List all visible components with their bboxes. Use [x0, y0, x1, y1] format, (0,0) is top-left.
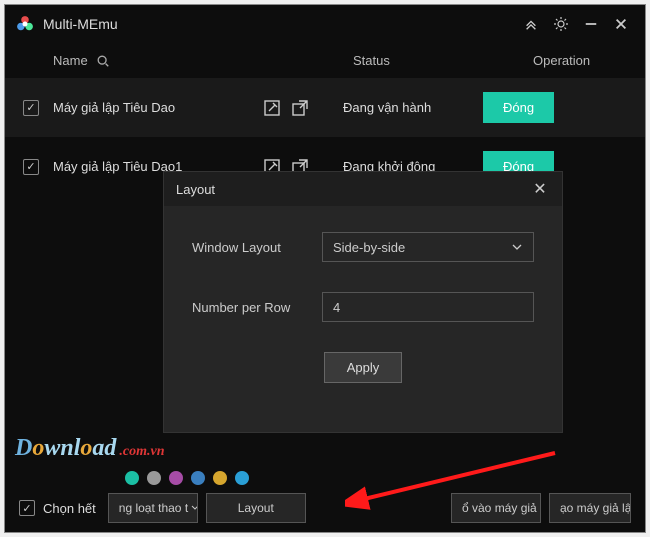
num-per-row-input[interactable] — [322, 292, 534, 322]
emulator-name: Máy giả lập Tiêu Dao — [53, 100, 263, 115]
search-icon[interactable] — [96, 54, 110, 68]
chevron-down-icon — [511, 241, 523, 253]
chevron-down-icon — [191, 504, 198, 512]
apply-button[interactable]: Apply — [324, 352, 403, 383]
dialog-title: Layout — [176, 182, 530, 197]
collapse-up-icon[interactable] — [517, 10, 545, 38]
edit-icon[interactable] — [263, 99, 281, 117]
window-layout-value: Side-by-side — [333, 240, 405, 255]
window-layout-select[interactable]: Side-by-side — [322, 232, 534, 262]
settings-icon[interactable] — [547, 10, 575, 38]
layout-button[interactable]: Layout — [206, 493, 306, 523]
batch-action-button[interactable]: ng loạt thao t — [108, 493, 198, 523]
bottom-toolbar: ✓ Chọn hết ng loạt thao t Layout ổ vào m… — [5, 484, 645, 532]
select-all-label: Chọn hết — [43, 501, 96, 516]
close-emulator-button[interactable]: Đóng — [483, 92, 554, 123]
color-dots — [125, 471, 249, 485]
color-dot[interactable] — [125, 471, 139, 485]
color-dot[interactable] — [169, 471, 183, 485]
app-logo-icon — [15, 14, 35, 34]
minimize-icon[interactable] — [577, 10, 605, 38]
create-button[interactable]: ạo máy giả lập — [549, 493, 631, 523]
row-checkbox[interactable]: ✓ — [23, 100, 39, 116]
window-layout-label: Window Layout — [192, 240, 322, 255]
clone-button[interactable]: ổ vào máy giả lậ — [451, 493, 541, 523]
table-row: ✓ Máy giả lập Tiêu Dao Đang vận hành Đón… — [5, 78, 645, 137]
color-dot[interactable] — [213, 471, 227, 485]
close-window-icon[interactable] — [607, 10, 635, 38]
emulator-status: Đang vận hành — [343, 100, 483, 115]
layout-dialog: Layout ✕ Window Layout Side-by-side Numb… — [163, 171, 563, 433]
dialog-close-icon[interactable]: ✕ — [530, 179, 550, 199]
titlebar: Multi-MEmu — [5, 5, 645, 43]
color-dot[interactable] — [191, 471, 205, 485]
col-operation-label: Operation — [533, 53, 627, 68]
watermark: Download.com.vn — [15, 435, 164, 462]
col-name-label: Name — [53, 53, 88, 68]
color-dot[interactable] — [235, 471, 249, 485]
open-external-icon[interactable] — [291, 99, 309, 117]
table-header: Name Status Operation — [5, 43, 645, 78]
col-status-label: Status — [353, 53, 533, 68]
select-all-checkbox[interactable]: ✓ — [19, 500, 35, 516]
row-checkbox[interactable]: ✓ — [23, 159, 39, 175]
app-title: Multi-MEmu — [43, 16, 515, 32]
color-dot[interactable] — [147, 471, 161, 485]
num-per-row-label: Number per Row — [192, 300, 322, 315]
